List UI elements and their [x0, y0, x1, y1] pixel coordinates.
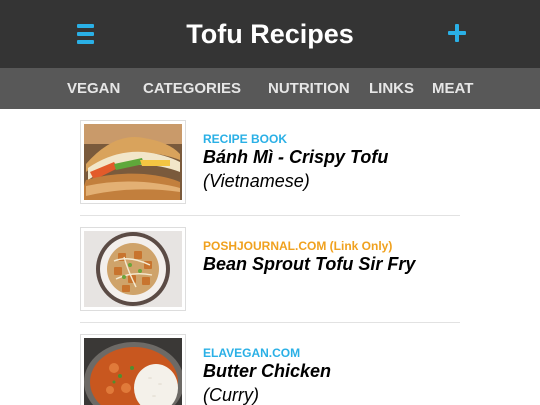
recipe-subtitle: (Curry) [203, 385, 259, 405]
nav-item-vegan[interactable]: VEGAN [67, 68, 120, 109]
recipe-source[interactable]: RECIPE BOOK [203, 132, 287, 146]
recipe-name[interactable]: Butter Chicken [203, 361, 331, 382]
recipe-list-item[interactable]: RECIPE BOOK Bánh Mì - Crispy Tofu (Vietn… [80, 120, 460, 210]
recipe-name[interactable]: Bean Sprout Tofu Sir Fry [203, 254, 415, 275]
list-divider [80, 215, 460, 216]
list-divider [80, 322, 460, 323]
recipe-subtitle: (Vietnamese) [203, 171, 310, 191]
recipe-source[interactable]: ELAVEGAN.COM [203, 346, 300, 360]
hamburger-menu-icon[interactable] [77, 24, 94, 44]
top-app-bar: Tofu Recipes [0, 0, 540, 68]
nav-item-categories[interactable]: CATEGORIES [143, 68, 241, 109]
recipe-list-item[interactable]: ELAVEGAN.COM Butter Chicken (Curry) [80, 334, 460, 405]
curry-with-rice-bowl-image [84, 338, 182, 405]
nav-item-meat[interactable]: MEAT [432, 68, 473, 109]
recipe-list-item[interactable]: POSHJOURNAL.COM (Link Only) Bean Sprout … [80, 227, 460, 317]
banh-mi-sandwich-image [84, 124, 182, 200]
category-nav-bar: VEGAN CATEGORIES NUTRITION LINKS MEAT [0, 68, 540, 109]
recipe-thumbnail[interactable] [80, 227, 186, 311]
nav-item-nutrition[interactable]: NUTRITION [268, 68, 350, 109]
nav-item-links[interactable]: LINKS [369, 68, 414, 109]
add-plus-icon[interactable] [448, 24, 466, 42]
recipe-name[interactable]: Bánh Mì - Crispy Tofu [203, 147, 388, 168]
recipe-thumbnail[interactable] [80, 334, 186, 405]
recipe-source[interactable]: POSHJOURNAL.COM (Link Only) [203, 239, 392, 253]
recipe-thumbnail[interactable] [80, 120, 186, 204]
tofu-stir-fry-plate-image [84, 231, 182, 307]
